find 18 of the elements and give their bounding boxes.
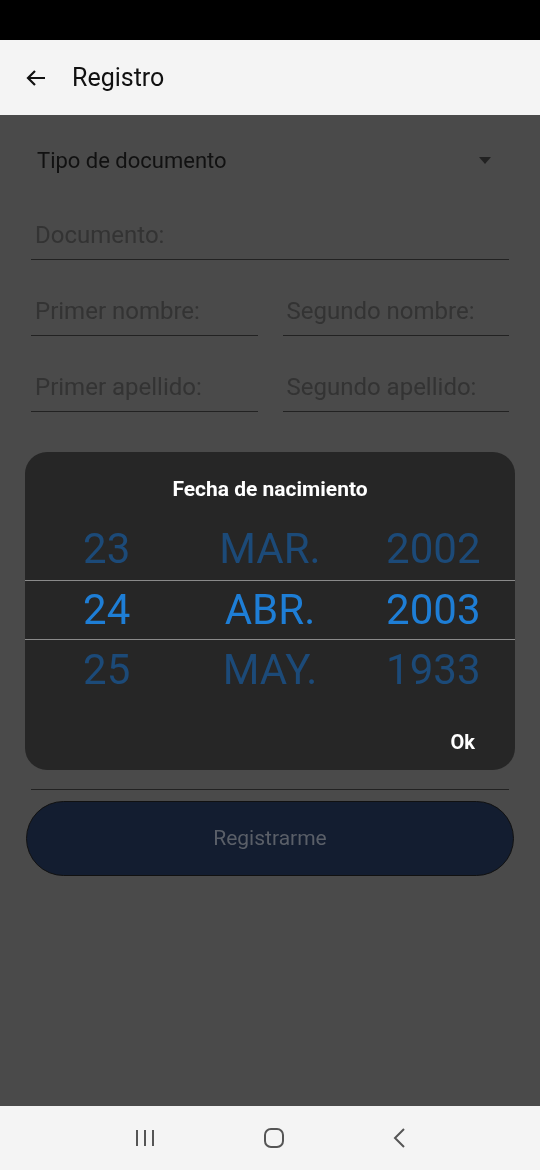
picker-value[interactable]: MAY. [222,638,318,701]
picker-value[interactable]: MAR. [219,516,321,580]
caret-icon [479,156,491,164]
picker-value[interactable]: 24 [83,578,131,641]
dialog-title: Fecha de nacimiento [172,476,368,503]
picker-value[interactable]: 2003 [386,578,481,641]
ok-button[interactable]: Ok [450,726,475,757]
picker-value[interactable]: ABR. [224,578,316,641]
home-icon[interactable] [263,1127,285,1149]
picker-value[interactable]: 2002 [386,516,481,580]
back-icon[interactable] [392,1127,407,1149]
picker-value[interactable]: 1933 [386,638,481,701]
register-button[interactable]: Registrarme [26,801,514,876]
dropdown[interactable]: Tipo de documento [31,135,509,185]
recent-apps-icon[interactable] [133,1129,156,1147]
screen-title: Registro [72,61,165,94]
picker-value[interactable]: 23 [83,516,131,580]
picker-value[interactable]: 25 [83,638,131,701]
